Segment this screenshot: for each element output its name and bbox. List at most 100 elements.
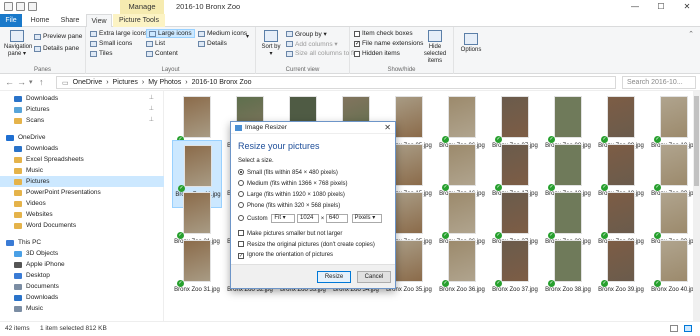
file-thumbnail[interactable]: ✓ Bronx Zoo 36.jpg bbox=[437, 236, 487, 304]
sort-by-button[interactable]: Sort by ▾ bbox=[260, 30, 282, 58]
manage-contextual-tab[interactable]: Manage bbox=[120, 0, 164, 14]
option-resize-originals[interactable]: Resize the original pictures (don't crea… bbox=[238, 241, 375, 248]
sidebar-item[interactable]: Downloads bbox=[0, 292, 164, 303]
sidebar-item[interactable]: 3D Objects bbox=[0, 248, 164, 259]
breadcrumb-my-photos[interactable]: My Photos bbox=[148, 79, 181, 86]
preview-pane-button[interactable]: Preview pane bbox=[34, 33, 82, 40]
layout-extra-large-icons[interactable]: Extra large icons bbox=[90, 30, 147, 37]
radio-small[interactable] bbox=[238, 169, 244, 175]
sidebar-item[interactable]: PowerPoint Presentations bbox=[0, 187, 164, 198]
sidebar-item[interactable]: OneDrive bbox=[0, 132, 164, 143]
radio-custom[interactable] bbox=[238, 215, 244, 222]
file-thumbnail[interactable]: ✓ Bronx Zoo 40.jpg bbox=[649, 236, 699, 304]
maximize-button[interactable]: ☐ bbox=[648, 0, 674, 14]
options-button[interactable]: Options bbox=[458, 33, 484, 54]
sidebar-item-label: Music bbox=[26, 167, 43, 174]
size-option-custom[interactable]: Custom Fit ▾ 1024 × 640 Pixels ▾ bbox=[238, 214, 382, 223]
sidebar-item[interactable]: Pictures bbox=[0, 176, 164, 187]
layout-content[interactable]: Content bbox=[146, 50, 178, 57]
sidebar-item[interactable]: Word Documents bbox=[0, 220, 164, 231]
sidebar-item[interactable]: Excel Spreadsheets bbox=[0, 154, 164, 165]
file-thumbnail[interactable]: ✓ Bronx Zoo 37.jpg bbox=[490, 236, 540, 304]
file-thumbnail[interactable]: ✓ Bronx Zoo 31.jpg bbox=[172, 236, 222, 304]
sidebar-item[interactable]: Pictures ⊥ bbox=[0, 104, 164, 115]
search-input[interactable]: Search 2016-10... bbox=[622, 76, 696, 89]
tab-home[interactable]: Home bbox=[26, 14, 54, 27]
vertical-scrollbar[interactable] bbox=[693, 91, 700, 321]
custom-unit-select[interactable]: Pixels ▾ bbox=[351, 214, 382, 223]
option-ignore-orientation[interactable]: ✓ Ignore the orientation of pictures bbox=[238, 252, 333, 259]
size-option-large[interactable]: Large (fits within 1920 × 1080 pixels) bbox=[238, 191, 345, 198]
cancel-button[interactable]: Cancel bbox=[357, 271, 391, 283]
option-smaller-not-larger[interactable]: Make pictures smaller but not larger bbox=[238, 230, 342, 237]
item-check-boxes-toggle[interactable]: Item check boxes bbox=[354, 30, 413, 37]
file-thumbnail[interactable]: ✓ Bronx Zoo 39.jpg bbox=[596, 236, 646, 304]
size-option-phone[interactable]: Phone (fits within 320 × 568 pixels) bbox=[238, 202, 340, 209]
layout-large-icons[interactable]: Large icons bbox=[146, 29, 195, 38]
details-view-icon[interactable] bbox=[670, 325, 678, 332]
new-folder-icon[interactable] bbox=[16, 2, 25, 11]
sidebar-item[interactable]: Music bbox=[0, 303, 164, 314]
close-button[interactable]: ✕ bbox=[674, 0, 700, 14]
layout-tiles[interactable]: Tiles bbox=[90, 50, 112, 57]
radio-large[interactable] bbox=[238, 191, 244, 197]
dropdown-icon[interactable] bbox=[28, 2, 37, 11]
file-name-extensions-toggle[interactable]: ✓ File name extensions bbox=[354, 40, 423, 47]
radio-medium[interactable] bbox=[238, 180, 244, 186]
breadcrumb-current-folder[interactable]: 2016-10 Bronx Zoo bbox=[192, 79, 252, 86]
item-check-boxes-checkbox[interactable] bbox=[354, 30, 360, 37]
sidebar-item[interactable]: Downloads bbox=[0, 143, 164, 154]
address-bar[interactable]: ▭ OneDrive › Pictures › My Photos › 2016… bbox=[56, 76, 616, 89]
sidebar-item[interactable]: Websites bbox=[0, 209, 164, 220]
properties-icon[interactable] bbox=[4, 2, 13, 11]
scrollbar-thumb[interactable] bbox=[694, 96, 699, 186]
forward-icon[interactable]: → bbox=[17, 77, 26, 87]
back-icon[interactable]: ← bbox=[5, 77, 14, 87]
smaller-not-larger-checkbox[interactable] bbox=[238, 230, 244, 236]
collapse-ribbon-icon[interactable]: ⌃ bbox=[688, 30, 694, 38]
size-option-medium[interactable]: Medium (fits within 1366 × 768 pixels) bbox=[238, 180, 348, 187]
ignore-orientation-checkbox[interactable]: ✓ bbox=[238, 253, 244, 259]
layout-details[interactable]: Details bbox=[198, 40, 227, 47]
sidebar-item[interactable]: Music bbox=[0, 165, 164, 176]
add-columns-button[interactable]: Add columns ▾ bbox=[286, 40, 338, 48]
layout-scroll-down-icon[interactable]: ▾ bbox=[246, 33, 249, 40]
breadcrumb-pictures[interactable]: Pictures bbox=[113, 79, 138, 86]
up-icon[interactable]: ↑ bbox=[39, 77, 44, 87]
size-all-columns-button[interactable]: Size all columns to fit bbox=[286, 50, 356, 57]
hidden-items-checkbox[interactable] bbox=[354, 50, 360, 57]
file-name-extensions-checkbox[interactable]: ✓ bbox=[354, 40, 360, 47]
navigation-pane-button[interactable]: Navigation pane ▾ bbox=[4, 30, 32, 58]
recent-locations-icon[interactable]: ▾ bbox=[29, 78, 33, 86]
resize-button[interactable]: Resize bbox=[317, 271, 351, 283]
resize-originals-checkbox[interactable] bbox=[238, 241, 244, 247]
large-icons-view-icon[interactable] bbox=[684, 325, 692, 332]
group-by-button[interactable]: Group by ▾ bbox=[286, 30, 327, 38]
sidebar-item[interactable]: This PC bbox=[0, 237, 164, 248]
tab-picture-tools[interactable]: Picture Tools bbox=[113, 14, 165, 27]
minimize-button[interactable]: — bbox=[622, 0, 648, 14]
sidebar-item[interactable]: Desktop bbox=[0, 270, 164, 281]
custom-width-input[interactable]: 1024 bbox=[297, 214, 320, 223]
layout-small-icons[interactable]: Small icons bbox=[90, 40, 132, 47]
breadcrumb-onedrive[interactable]: OneDrive bbox=[73, 79, 103, 86]
sidebar-item[interactable]: Apple iPhone bbox=[0, 259, 164, 270]
details-pane-button[interactable]: Details pane bbox=[34, 45, 79, 52]
tab-view[interactable]: View bbox=[86, 14, 112, 28]
sidebar-item[interactable]: Downloads ⊥ bbox=[0, 93, 164, 104]
sidebar-item[interactable]: Scans ⊥ bbox=[0, 115, 164, 126]
layout-list[interactable]: List bbox=[146, 40, 165, 47]
sidebar-item[interactable]: Videos bbox=[0, 198, 164, 209]
hide-selected-items-button[interactable]: Hide selected items bbox=[418, 30, 452, 65]
layout-medium-icons[interactable]: Medium icons bbox=[198, 30, 247, 37]
custom-mode-select[interactable]: Fit ▾ bbox=[271, 214, 296, 223]
tab-file[interactable]: File bbox=[0, 14, 22, 27]
sidebar-item[interactable]: Documents bbox=[0, 281, 164, 292]
custom-height-input[interactable]: 640 bbox=[325, 214, 348, 223]
tab-share[interactable]: Share bbox=[56, 14, 84, 27]
file-thumbnail[interactable]: ✓ Bronx Zoo 38.jpg bbox=[543, 236, 593, 304]
size-option-small[interactable]: Small (fits within 854 × 480 pixels) bbox=[238, 169, 338, 176]
hidden-items-toggle[interactable]: Hidden items bbox=[354, 50, 400, 57]
dialog-close-icon[interactable]: ✕ bbox=[384, 122, 391, 134]
radio-phone[interactable] bbox=[238, 202, 244, 208]
